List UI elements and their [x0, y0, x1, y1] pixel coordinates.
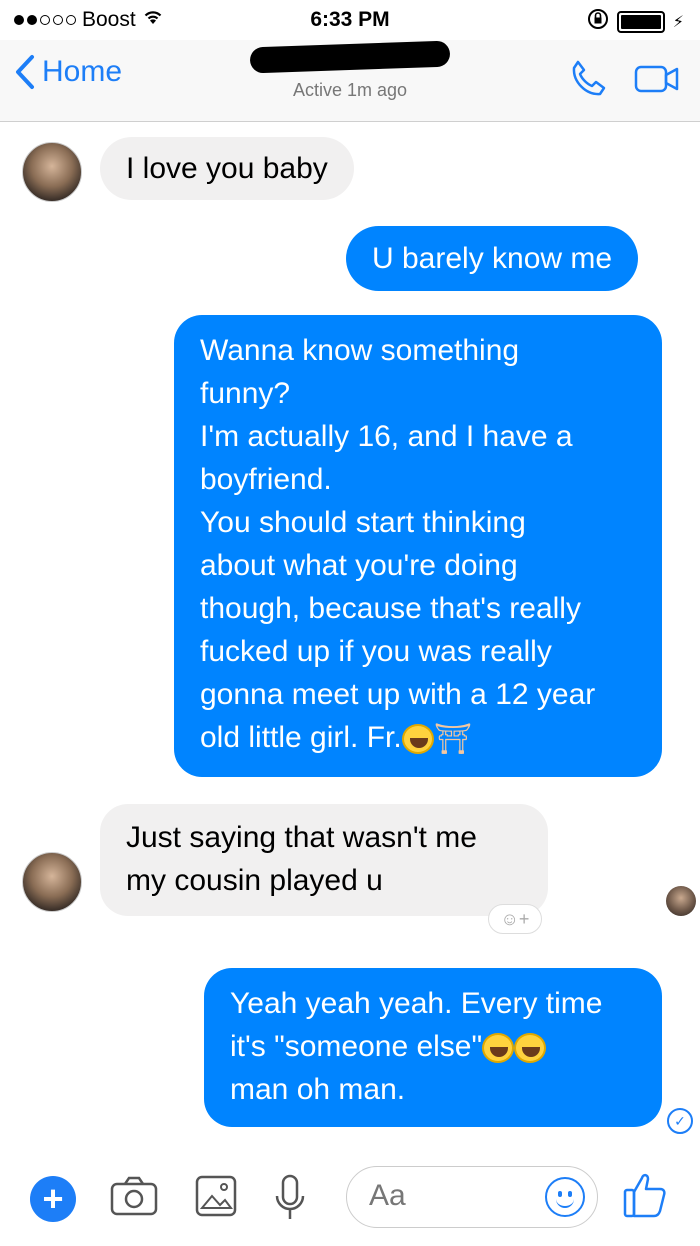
laughing-emoji-icon: [514, 1033, 547, 1064]
gallery-icon[interactable]: [194, 1174, 238, 1223]
camera-icon[interactable]: [110, 1174, 158, 1223]
message-line: old little girl. Fr.: [200, 721, 402, 754]
message-line: though, because that's really: [200, 592, 581, 625]
contact-avatar[interactable]: [22, 142, 82, 202]
header-actions: [568, 58, 680, 100]
smiley-plus-icon: ☺+: [500, 908, 530, 929]
phone-call-icon[interactable]: [568, 58, 610, 100]
praying-hands-emoji-icon: ⛩: [433, 722, 472, 756]
message-bubble-incoming[interactable]: I love you baby: [100, 137, 354, 200]
message-line: Yeah yeah yeah. Every time: [230, 987, 603, 1020]
laughing-emoji-icon: [401, 724, 434, 755]
message-line: Wanna know something: [200, 334, 520, 367]
message-input-container[interactable]: [346, 1166, 598, 1228]
emoji-icon[interactable]: [545, 1177, 585, 1217]
message-line: fucked up if you was really: [200, 635, 552, 668]
microphone-icon[interactable]: [274, 1174, 306, 1227]
status-right: ⚡: [587, 8, 684, 36]
message-line: man oh man.: [230, 1073, 406, 1106]
orientation-lock-icon: [587, 8, 609, 36]
message-input[interactable]: [369, 1167, 549, 1225]
status-bar: Boost 6:33 PM ⚡: [0, 0, 700, 40]
thumbs-up-icon[interactable]: [622, 1170, 668, 1225]
conversation-header: Home Active 1m ago: [0, 40, 700, 122]
video-call-icon[interactable]: [634, 62, 680, 96]
charging-icon: ⚡: [672, 14, 684, 31]
message-line: I'm actually 16, and I have a: [200, 420, 573, 453]
laughing-emoji-icon: [482, 1033, 515, 1064]
message-bubble-outgoing[interactable]: U barely know me: [346, 226, 639, 291]
composer-bar: +: [0, 1146, 700, 1246]
add-reaction-button[interactable]: ☺+: [488, 904, 542, 934]
message-line: it's "someone else": [230, 1030, 483, 1063]
message-line: funny?: [200, 377, 291, 410]
message-bubble-outgoing[interactable]: Yeah yeah yeah. Every time it's "someone…: [204, 968, 662, 1127]
message-line: gonna meet up with a 12 year: [200, 678, 596, 711]
battery-icon: [616, 11, 665, 33]
message-bubble-outgoing[interactable]: Wanna know something funny? I'm actually…: [174, 315, 662, 777]
redacted-contact-name: [249, 40, 451, 74]
message-line: my cousin played u: [126, 864, 383, 897]
message-line: boyfriend.: [200, 463, 332, 496]
message-line: Just saying that wasn't me: [126, 821, 477, 854]
message-text: U barely know me: [372, 242, 613, 275]
seen-by-avatar: [666, 886, 696, 916]
sent-checkmark-icon: ✓: [667, 1108, 693, 1134]
message-line: about what you're doing: [200, 549, 518, 582]
message-bubble-incoming[interactable]: Just saying that wasn't me my cousin pla…: [100, 804, 548, 916]
contact-avatar[interactable]: [22, 852, 82, 912]
message-line: You should start thinking: [200, 506, 526, 539]
plus-button[interactable]: +: [30, 1176, 76, 1222]
message-text: I love you baby: [126, 152, 328, 185]
